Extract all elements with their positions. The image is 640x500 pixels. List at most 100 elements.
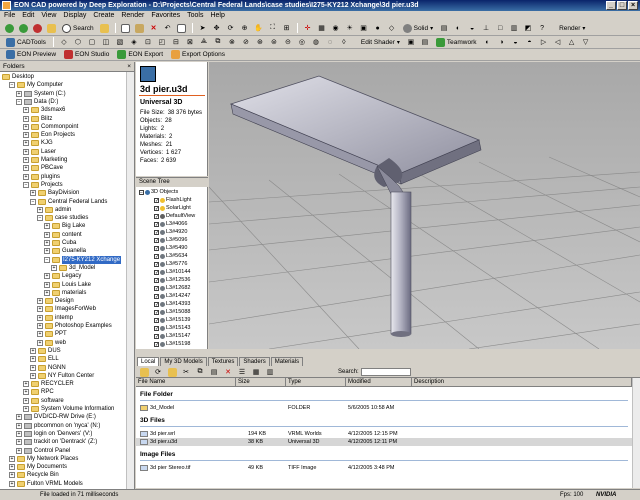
cad-tool-13-icon[interactable]: ⊗ <box>226 37 238 48</box>
menu-view[interactable]: View <box>41 11 56 21</box>
expand-icon[interactable]: + <box>23 148 29 155</box>
zoom-extents-icon[interactable]: ⊞ <box>281 23 293 34</box>
scene-node[interactable]: ✓ L3#10144 <box>154 269 190 276</box>
visibility-checkbox[interactable]: ✓ <box>154 198 159 204</box>
visibility-checkbox[interactable]: ✓ <box>154 246 159 252</box>
folder-tree-item[interactable]: + Louis Lake <box>44 281 91 289</box>
export-options-button[interactable]: Export Options <box>168 50 228 59</box>
folder-tree-item[interactable]: + My Documents <box>9 463 67 471</box>
camera-icon[interactable]: ◉ <box>330 23 342 34</box>
stop-icon[interactable] <box>31 23 43 34</box>
up-folder-icon[interactable] <box>45 23 57 34</box>
folder-tree-item[interactable]: + Blitz <box>23 115 52 123</box>
eon-preview-button[interactable]: EON Preview <box>3 50 59 59</box>
scene-node[interactable]: ✓ L3#15198 <box>154 341 190 348</box>
background-icon[interactable]: ◩ <box>522 23 534 34</box>
col-type[interactable]: Type <box>286 378 346 387</box>
folder-tree-item[interactable]: + NGNN <box>30 364 66 372</box>
folder-tree-item[interactable]: + Design <box>37 297 74 305</box>
folder-tree-item[interactable]: + ELL <box>30 355 59 363</box>
folder-tree-item[interactable]: Desktop <box>2 73 34 81</box>
cad-tool-11-icon[interactable]: ⟁ <box>198 37 210 48</box>
folder-tree-item[interactable]: + trackit on 'Dentrack' (Z:) <box>16 438 97 446</box>
folder-tree-item[interactable]: − Projects <box>23 181 63 189</box>
expand-icon[interactable]: + <box>23 115 29 122</box>
cad-tool-20-icon[interactable]: ◌ <box>324 37 336 48</box>
visibility-checkbox[interactable]: ✓ <box>154 294 159 300</box>
expand-icon[interactable]: + <box>23 397 29 404</box>
close-panel-icon[interactable]: × <box>127 62 131 72</box>
expand-icon[interactable]: + <box>16 422 22 429</box>
expand-icon[interactable]: + <box>44 240 50 246</box>
scene-node[interactable]: ✓ L3#4066 <box>154 221 187 228</box>
scene-node[interactable]: ✓ L3#12682 <box>154 285 190 292</box>
tw-8-icon[interactable]: ▽ <box>580 37 592 48</box>
expand-icon[interactable]: + <box>44 281 50 288</box>
expand-icon[interactable]: + <box>23 381 29 388</box>
forward-icon[interactable] <box>17 23 29 34</box>
cad-tool-18-icon[interactable]: ◎ <box>296 37 308 48</box>
bbox-icon[interactable]: □ <box>494 23 506 34</box>
col-size[interactable]: Size <box>236 378 286 387</box>
expand-icon[interactable]: + <box>30 372 36 379</box>
cad-tool-19-icon[interactable]: ◍ <box>310 37 322 48</box>
scene-node[interactable]: ✓ L3#15147 <box>154 333 190 340</box>
rotate-icon[interactable]: ⟳ <box>225 23 237 34</box>
expand-icon[interactable]: + <box>23 389 29 396</box>
paste-file-icon[interactable]: ▤ <box>208 367 220 378</box>
tw-7-icon[interactable]: △ <box>566 37 578 48</box>
tw-1-icon[interactable]: ◐ <box>482 37 494 48</box>
visibility-checkbox[interactable]: ✓ <box>154 206 159 212</box>
tab-my-3d-models[interactable]: My 3D Models <box>160 357 207 366</box>
folder-tree-item[interactable]: + login on 'Denvers' (V:) <box>16 430 92 438</box>
folder-tree-item[interactable]: + PPT <box>37 330 67 338</box>
visibility-checkbox[interactable]: ✓ <box>154 334 159 340</box>
scene-node[interactable]: ✓ L3#15088 <box>154 309 190 316</box>
cad-tool-14-icon[interactable]: ⊘ <box>240 37 252 48</box>
expand-icon[interactable]: + <box>23 165 29 172</box>
zoom-icon[interactable]: ⊕ <box>239 23 251 34</box>
folder-tree-item[interactable]: + System (C:) <box>16 90 66 98</box>
expand-icon[interactable]: + <box>16 414 22 421</box>
expand-icon[interactable]: + <box>37 314 43 321</box>
folder-tree-item[interactable]: + Commonpoint <box>23 123 78 131</box>
cad-tool-4-icon[interactable]: ◫ <box>100 37 112 48</box>
folder-tree-item[interactable]: + software <box>23 397 64 405</box>
folder-tree-item[interactable]: − My Computer <box>9 81 63 89</box>
folder-tree-item[interactable]: + admin <box>37 206 71 214</box>
3d-viewport[interactable] <box>209 62 640 349</box>
folder-tree-item[interactable]: + pbcommon on 'nyca' (N:) <box>16 422 100 430</box>
scene-node[interactable]: ✓ DefaultView <box>154 213 195 220</box>
visibility-checkbox[interactable]: ✓ <box>154 342 159 348</box>
copy-icon[interactable] <box>120 23 132 34</box>
expand-icon[interactable]: + <box>37 339 43 346</box>
expand-icon[interactable]: + <box>30 364 36 371</box>
folder-tree-item[interactable]: − I275-KY212 Xchange <box>44 255 122 264</box>
menu-display[interactable]: Display <box>63 11 86 21</box>
expand-icon[interactable]: + <box>16 430 22 437</box>
details-icon[interactable]: ▥ <box>264 367 276 378</box>
expand-icon[interactable]: + <box>44 223 50 230</box>
collapse-icon[interactable]: − <box>139 190 144 196</box>
cad-tool-10-icon[interactable]: ⊠ <box>184 37 196 48</box>
properties-icon[interactable]: ☰ <box>236 367 248 378</box>
minimize-button[interactable]: _ <box>606 1 616 10</box>
visibility-checkbox[interactable]: ✓ <box>154 310 159 316</box>
expand-icon[interactable]: + <box>16 90 22 97</box>
shader-2-icon[interactable]: ▤ <box>419 37 431 48</box>
folder-tree-item[interactable]: + BayDivision <box>30 189 79 197</box>
expand-icon[interactable]: + <box>37 306 43 313</box>
tw-3-icon[interactable]: ◒ <box>510 37 522 48</box>
visibility-checkbox[interactable]: ✓ <box>154 318 159 324</box>
folder-tree-item[interactable]: + DUS <box>30 347 61 355</box>
back-icon[interactable] <box>3 23 15 34</box>
cad-tool-1-icon[interactable]: ◇ <box>58 37 70 48</box>
visibility-checkbox[interactable]: ✓ <box>154 286 159 292</box>
cad-tool-5-icon[interactable]: ▧ <box>114 37 126 48</box>
cadtools-button[interactable]: CADTools <box>3 37 49 47</box>
folder-tree-item[interactable]: +3dsmax6 <box>23 106 65 114</box>
cad-tool-17-icon[interactable]: ⊝ <box>282 37 294 48</box>
expand-icon[interactable]: + <box>9 464 15 471</box>
collapse-icon[interactable]: − <box>30 198 36 205</box>
expand-icon[interactable]: + <box>23 406 29 412</box>
